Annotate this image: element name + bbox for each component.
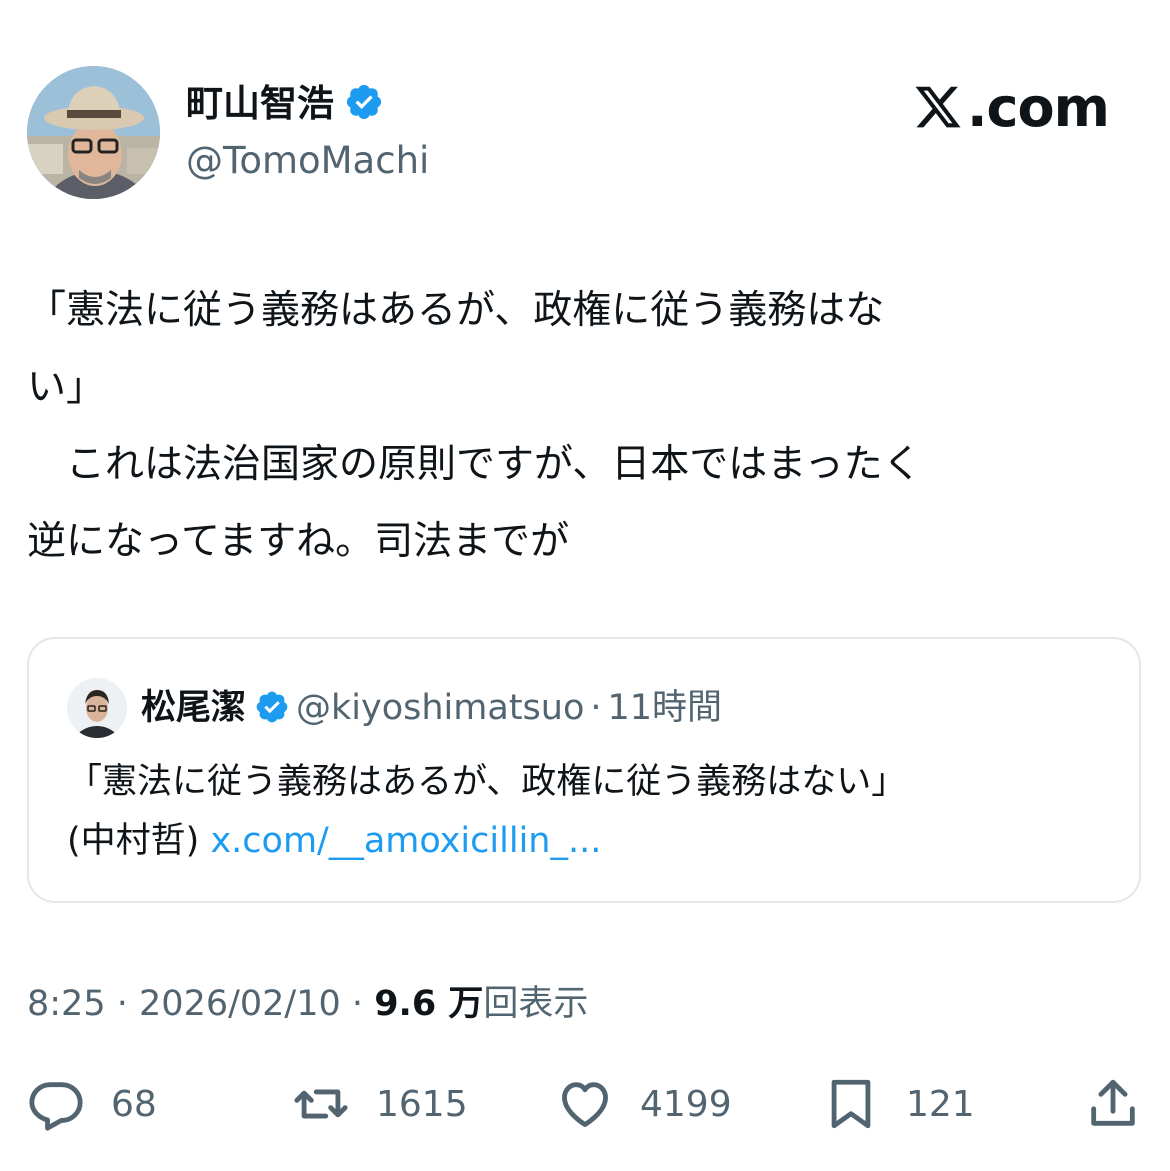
- quoted-credit: (中村哲): [67, 821, 200, 861]
- repost-icon: [294, 1089, 348, 1119]
- quoted-timestamp[interactable]: 11時間: [608, 688, 723, 728]
- quoted-text-line: 「憲法に従う義務はあるが、政権に従う義務はない」: [67, 762, 907, 802]
- reply-button[interactable]: 68: [27, 1074, 157, 1134]
- author-name-row[interactable]: 町山智浩: [186, 78, 384, 130]
- tweet-meta: 8:25 · 2026/02/10 · 9.6 万回表示: [27, 978, 588, 1030]
- quoted-text-line-2: (中村哲) x.com/__amoxicillin_...: [67, 812, 906, 871]
- bookmark-button[interactable]: 121: [822, 1074, 975, 1134]
- bookmark-icon: [831, 1079, 871, 1129]
- quoted-header: 松尾潔 @kiyoshimatsuo · 11時間: [141, 680, 722, 736]
- verified-badge-icon: [256, 691, 288, 723]
- x-logo-icon: [915, 86, 961, 128]
- verified-badge-icon: [346, 84, 382, 120]
- tweet-line: い」: [27, 365, 106, 410]
- author-handle[interactable]: @TomoMachi: [186, 135, 429, 187]
- author-name[interactable]: 町山智浩: [186, 82, 334, 125]
- quoted-author-name[interactable]: 松尾潔: [141, 688, 246, 728]
- share-button[interactable]: [1084, 1074, 1142, 1134]
- views-count: 9.6 万: [374, 984, 484, 1024]
- like-count: 4199: [640, 1083, 732, 1125]
- quoted-author-photo: [67, 678, 127, 738]
- repost-count: 1615: [376, 1083, 468, 1125]
- repost-button[interactable]: 1615: [292, 1074, 468, 1134]
- separator-dot: ·: [351, 984, 364, 1024]
- tweet-line: 逆になってますね。司法までが: [27, 519, 570, 564]
- like-button[interactable]: 4199: [556, 1074, 732, 1134]
- quoted-author-avatar[interactable]: [67, 678, 127, 738]
- tweet-text: 「憲法に従う義務はあるが、政権に従う義務はな い」 これは法治国家の原則ですが、…: [27, 272, 1137, 580]
- share-icon: [1091, 1079, 1135, 1126]
- tweet-date[interactable]: 2026/02/10: [139, 984, 341, 1024]
- bookmark-count: 121: [906, 1083, 975, 1125]
- reply-count: 68: [111, 1083, 157, 1125]
- separator-dot: ·: [116, 984, 128, 1024]
- author-photo: [27, 66, 160, 199]
- views-label: 回表示: [483, 984, 589, 1024]
- quoted-author-handle[interactable]: @kiyoshimatsuo: [296, 688, 584, 728]
- quoted-tweet-card[interactable]: 松尾潔 @kiyoshimatsuo · 11時間 「憲法に従う義務はあるが、政権に…: [27, 637, 1141, 903]
- brand-suffix: .com: [967, 76, 1110, 139]
- tweet-line: これは法治国家の原則ですが、日本ではまったく: [27, 442, 922, 487]
- reply-icon: [29, 1082, 83, 1131]
- x-com-brand: .com: [913, 76, 1110, 139]
- tweet-time[interactable]: 8:25: [27, 984, 106, 1024]
- author-avatar[interactable]: [27, 66, 160, 199]
- separator-dot: ·: [590, 688, 602, 728]
- quoted-text: 「憲法に従う義務はあるが、政権に従う義務はない」 (中村哲) x.com/__a…: [67, 753, 906, 871]
- tweet-line: 「憲法に従う義務はあるが、政権に従う義務はな: [27, 288, 885, 333]
- quoted-link[interactable]: x.com/__amoxicillin_...: [210, 821, 601, 861]
- heart-icon: [562, 1082, 608, 1127]
